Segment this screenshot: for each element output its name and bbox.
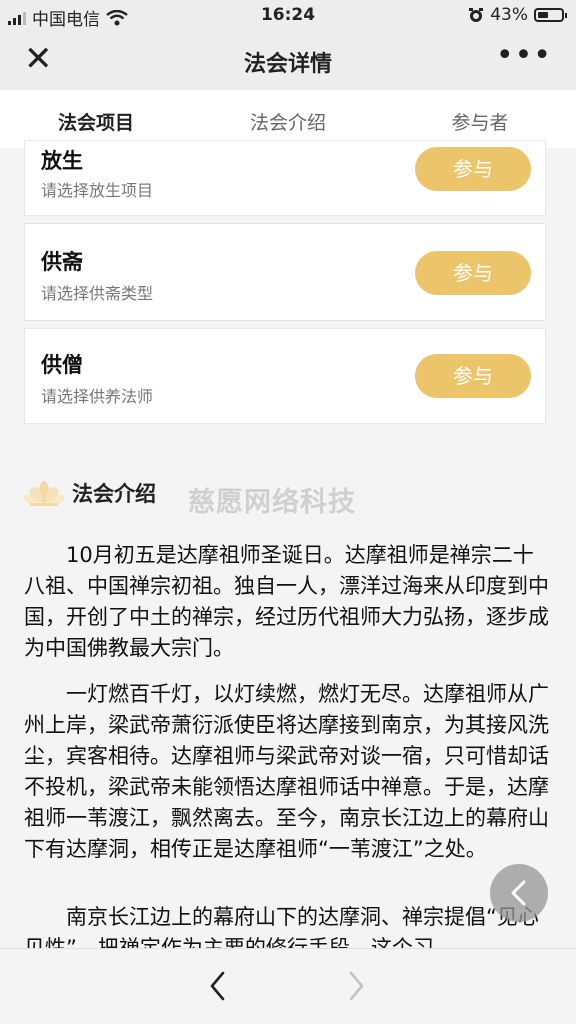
join-button-monk[interactable]: 参与 bbox=[415, 354, 531, 398]
page-title: 法会详情 bbox=[243, 52, 332, 77]
intro-paragraph: 10月初五是达摩祖师圣诞日。达摩祖师是禅宗二十八祖、中国禅宗初祖。独自一人，漂洋… bbox=[24, 543, 549, 660]
project-hint: 请选择供斋类型 bbox=[41, 284, 154, 303]
floating-back-button[interactable] bbox=[490, 864, 548, 922]
nav-back-icon[interactable] bbox=[206, 969, 230, 1003]
battery-icon bbox=[534, 8, 567, 22]
join-button-release[interactable]: 参与 bbox=[415, 147, 531, 191]
project-name: 供僧 bbox=[41, 353, 83, 377]
project-name: 供斋 bbox=[41, 250, 83, 274]
battery-percent: 43% bbox=[490, 5, 528, 25]
chevron-left-icon bbox=[511, 880, 526, 906]
project-card-release: 放生 请选择放生项目 参与 bbox=[24, 140, 546, 216]
tab-intro[interactable]: 法会介绍 bbox=[192, 108, 384, 135]
project-card-monk: 供僧 请选择供养法师 参与 bbox=[24, 328, 546, 424]
status-bar: 中国电信 16:24 43% bbox=[0, 0, 576, 30]
lotus-icon bbox=[24, 481, 64, 506]
project-name: 放生 bbox=[41, 149, 83, 173]
intro-title: 法会介绍 bbox=[72, 482, 156, 506]
project-hint: 请选择供养法师 bbox=[41, 387, 154, 406]
more-icon[interactable]: ••• bbox=[496, 38, 552, 73]
tab-projects[interactable]: 法会项目 bbox=[0, 108, 192, 135]
status-right: 43% bbox=[468, 5, 567, 25]
project-card-meal: 供斋 请选择供斋类型 参与 bbox=[24, 223, 546, 321]
browser-toolbar bbox=[0, 948, 576, 1024]
navbar: ✕ 法会详情 ••• bbox=[0, 30, 576, 90]
alarm-icon bbox=[469, 8, 484, 22]
nav-forward-icon[interactable] bbox=[344, 969, 368, 1003]
intro-heading: 法会介绍 bbox=[24, 478, 156, 508]
join-button-meal[interactable]: 参与 bbox=[415, 251, 531, 295]
project-hint: 请选择放生项目 bbox=[41, 181, 154, 200]
tab-participants[interactable]: 参与者 bbox=[384, 108, 576, 135]
watermark: 慈愿网络科技 bbox=[188, 487, 356, 518]
intro-paragraph: 一灯燃百千灯，以灯续燃，燃灯无尽。达摩祖师从广州上岸，梁武帝萧衍派使臣将达摩接到… bbox=[24, 682, 549, 861]
